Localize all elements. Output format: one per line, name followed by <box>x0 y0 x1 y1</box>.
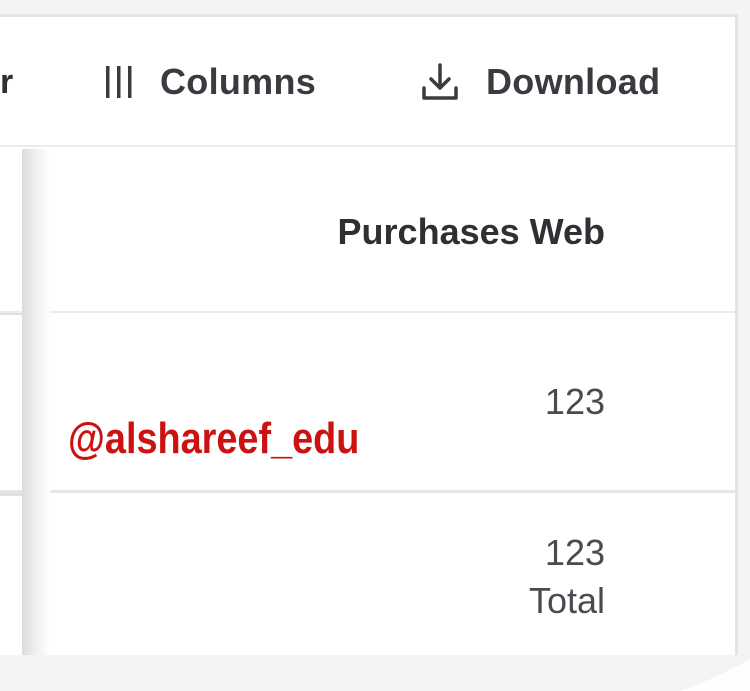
cell-purchases-web: 123 <box>544 381 605 422</box>
pinned-column-shadow <box>22 149 50 658</box>
download-icon <box>420 62 460 102</box>
bottom-background <box>0 655 750 691</box>
total-row: 123 Total <box>0 496 735 658</box>
table-row[interactable]: 123 <box>0 315 735 493</box>
total-value: 123 <box>544 532 605 573</box>
column-header-row: Purchases Web <box>0 149 735 313</box>
page-curl-decoration <box>680 659 750 691</box>
total-label: Total <box>528 580 605 621</box>
download-button[interactable]: Download <box>420 59 660 105</box>
toolbar-filter-label-partial[interactable]: r <box>0 59 13 105</box>
columns-button[interactable]: Columns <box>104 59 316 105</box>
data-grid-panel: r Columns Download Purchases Web 123 123… <box>0 14 738 658</box>
column-header-purchases-web[interactable]: Purchases Web <box>338 211 605 253</box>
download-button-label: Download <box>486 61 661 102</box>
grid-toolbar: r Columns Download <box>0 17 735 147</box>
watermark-text: @alshareef_edu <box>68 414 360 463</box>
columns-icon <box>104 64 134 100</box>
columns-button-label: Columns <box>160 61 317 102</box>
